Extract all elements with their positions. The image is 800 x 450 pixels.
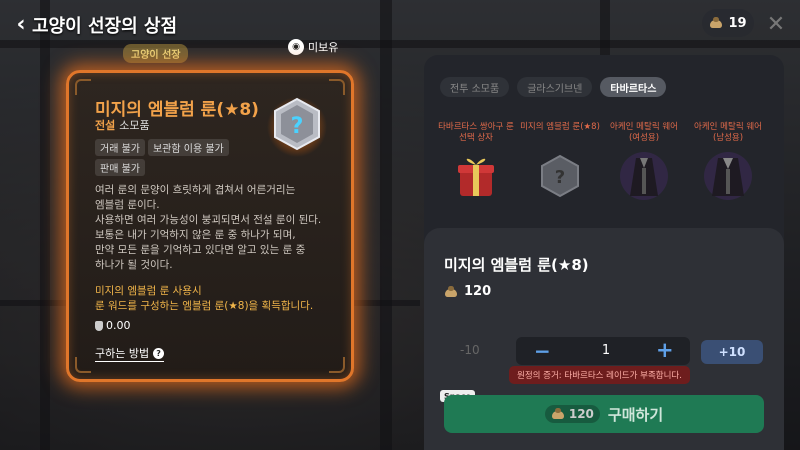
coat-icon (620, 152, 668, 200)
buy-cost: 120 (544, 405, 600, 423)
item-tag: 거래 불가 (95, 139, 145, 156)
purchase-item-title: 미지의 엠블럼 룬(★8) (444, 256, 589, 274)
sell-price-value: 0.00 (106, 319, 131, 332)
close-icon: ✕ (766, 11, 786, 37)
buy-label: 구매하기 (607, 405, 664, 424)
item-tag: 보관함 이용 불가 (147, 139, 229, 156)
goods-name: 아케인 메탈릭 웨어 (여성용) (610, 122, 678, 143)
money-bag-icon (95, 320, 103, 331)
currency-amount: 19 (728, 15, 747, 31)
item-effect: 미지의 엠블럼 룬 사용시 룬 워드를 구성하는 엠블럼 룬(★8)을 획득합니… (95, 284, 345, 314)
mystery-rune-icon: ? (267, 97, 327, 157)
rune-currency-icon (551, 408, 565, 420)
mystery-rune-icon: ? (541, 154, 579, 198)
shop-tabs: 전투 소모품 글라스기브넨 타바르타스 (440, 77, 667, 97)
goods-name: 미지의 엠블럼 룬(★8) (520, 122, 600, 132)
how-to-obtain-label: 구하는 방법 (95, 347, 150, 360)
description-line: 사용하면 여러 가능성이 붕괴되면서 전설 룬이 된다. (95, 214, 322, 226)
how-to-obtain-link[interactable]: 구하는 방법 ? (95, 345, 165, 362)
currency-display: 19 (702, 9, 754, 37)
quantity-stepper: − 1 + (516, 337, 690, 365)
inventory-icon: ◉ (288, 39, 304, 55)
purchase-price-value: 120 (464, 284, 492, 299)
tab-combat-consumables[interactable]: 전투 소모품 (440, 77, 510, 97)
item-category: 소모품 (119, 119, 150, 132)
shop-tag: 고양이 선장 (123, 44, 189, 63)
rune-currency-icon (709, 17, 723, 29)
description-line: 여러 룬의 문양이 흐릿하게 겹쳐서 어른거리는 (95, 184, 296, 196)
tab-tabartas[interactable]: 타바르타스 (600, 77, 667, 97)
goods-item[interactable]: 아케인 메탈릭 웨어 (여성용) (604, 122, 684, 222)
purchase-unit-price: 120 (444, 284, 491, 299)
card-corner-ornament (75, 357, 91, 373)
tab-glas-ghaibhleann[interactable]: 글라스기브넨 (517, 77, 593, 97)
goods-list: 타바르타스 쌍아구 룬 선택 상자 미지의 엠블럼 룬(★8) ? 아케인 메탈… (436, 122, 768, 222)
back-button[interactable]: ‹ (10, 10, 32, 38)
decrement-button[interactable]: − (534, 339, 551, 363)
description-line: 하나가 될 것이다. (95, 259, 173, 271)
requirement-warning: 원정의 증거: 타바르타스 레이드가 부족합니다. (509, 366, 690, 384)
goods-item[interactable]: 타바르타스 쌍아구 룬 선택 상자 (436, 122, 516, 222)
effect-line: 미지의 엠블럼 룬 사용시 (95, 285, 202, 297)
goods-name: 타바르타스 쌍아구 룬 선택 상자 (438, 122, 514, 143)
help-icon: ? (153, 347, 165, 359)
close-button[interactable]: ✕ (764, 11, 788, 37)
goods-item[interactable]: 아케인 메탈릭 웨어 (남성용) (688, 122, 768, 222)
card-corner-ornament (329, 79, 345, 95)
buy-button[interactable]: 120 구매하기 (444, 395, 764, 433)
svg-text:?: ? (555, 167, 565, 188)
rune-currency-icon (444, 285, 458, 298)
goods-item[interactable]: 미지의 엠블럼 룬(★8) ? (520, 122, 600, 222)
plus-ten-button[interactable]: +10 (701, 340, 763, 364)
card-corner-ornament (75, 79, 91, 95)
buy-cost-value: 120 (568, 407, 594, 421)
item-tag: 판매 불가 (95, 159, 145, 176)
unowned-label: 미보유 (308, 41, 339, 54)
quantity-value: 1 (601, 343, 611, 358)
item-detail-card: 미지의 엠블럼 룬(★8) 전설 소모품 ? 거래 불가 보관함 이용 불가 판매… (66, 70, 354, 382)
effect-line: 룬 워드를 구성하는 엠블럼 룬(★8)을 획득합니다. (95, 300, 314, 312)
card-corner-ornament (329, 357, 345, 373)
chevron-left-icon: ‹ (16, 11, 26, 37)
description-line: 엠블럼 룬이다. (95, 199, 160, 211)
minus-ten-button[interactable]: -10 (460, 343, 480, 357)
svg-text:?: ? (291, 114, 304, 139)
item-tags: 거래 불가 보관함 이용 불가 판매 불가 (95, 139, 265, 176)
unowned-indicator: ◉ 미보유 (288, 39, 338, 55)
description-line: 만약 모든 룬을 기억하고 있다면 알고 있는 룬 중 (95, 244, 306, 256)
item-description: 여러 룬의 문양이 흐릿하게 겹쳐서 어른거리는 엠블럼 룬이다. 사용하면 여… (95, 183, 340, 273)
page-title: 고양이 선장의 상점 (32, 16, 178, 37)
gift-box-icon (458, 158, 494, 196)
item-rarity-row: 전설 소모품 (95, 117, 150, 133)
coat-icon (704, 152, 752, 200)
sell-price: 0.00 (95, 319, 131, 332)
increment-button[interactable]: + (656, 338, 674, 362)
goods-name: 아케인 메탈릭 웨어 (남성용) (694, 122, 762, 143)
description-line: 보통은 내가 기억하지 않은 룬 중 하나가 되며, (95, 229, 296, 241)
item-rarity: 전설 (95, 119, 116, 132)
